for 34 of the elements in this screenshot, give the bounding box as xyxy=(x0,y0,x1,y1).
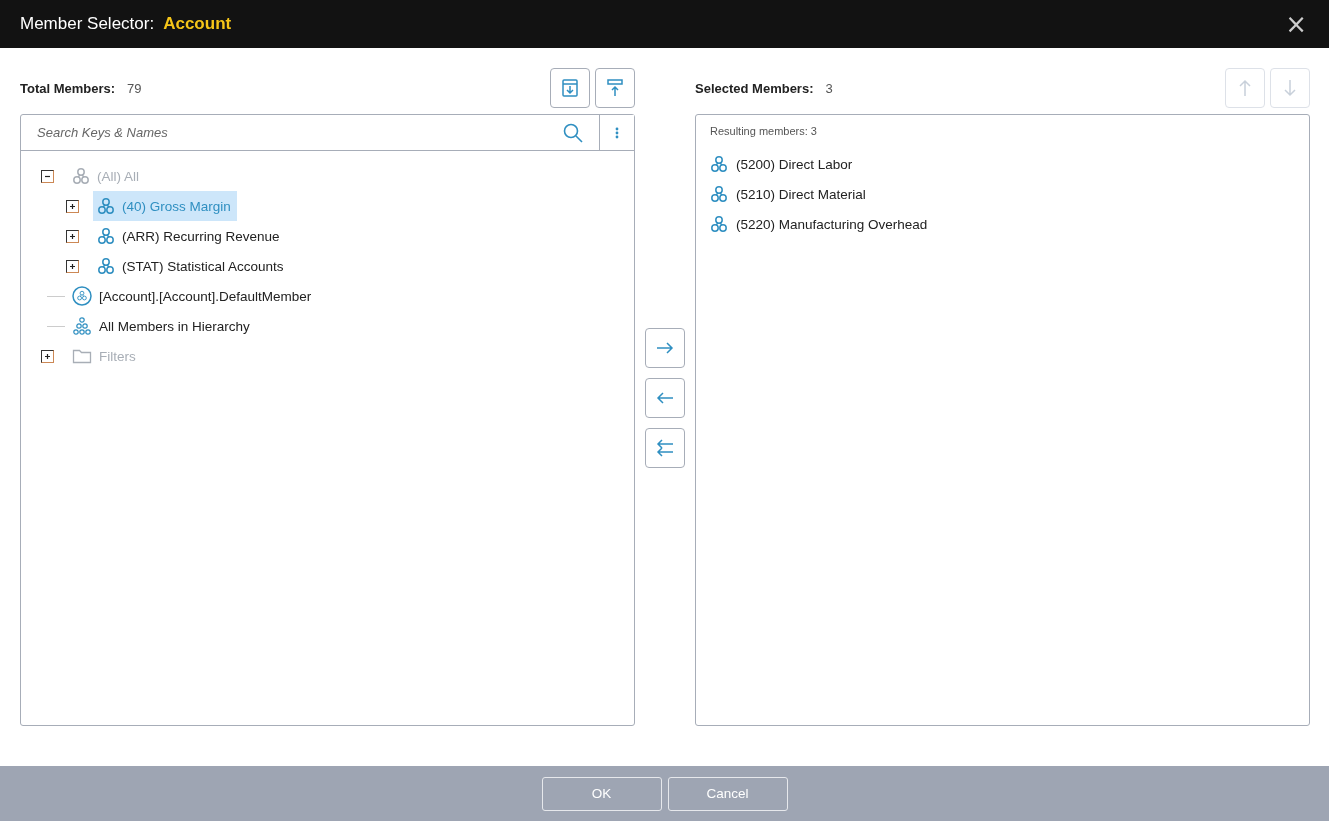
selected-member[interactable]: (5220) Manufacturing Overhead xyxy=(710,209,1295,239)
hierarchy-icon xyxy=(97,227,115,245)
circled-hierarchy-icon xyxy=(72,286,92,306)
panel-label: Total Members: xyxy=(20,80,116,96)
hierarchy-icon xyxy=(710,155,728,173)
hierarchy-icon xyxy=(710,185,728,203)
upload-button[interactable] xyxy=(595,68,635,108)
search-icon xyxy=(563,122,583,143)
selected-member[interactable]: (5200) Direct Labor xyxy=(710,149,1295,179)
tree-item[interactable]: [Account].[Account].DefaultMember xyxy=(68,281,318,311)
hierarchy-icon xyxy=(97,257,115,275)
dimension-name: Account xyxy=(163,14,232,34)
hierarchy-icon xyxy=(72,167,90,185)
more-button[interactable] xyxy=(599,115,634,150)
double-arrow-left-icon xyxy=(655,438,675,458)
result-summary: Resulting members: 3 xyxy=(710,125,818,137)
add-button[interactable] xyxy=(645,328,685,368)
close-button[interactable]: × xyxy=(1281,11,1311,37)
selected-member[interactable]: (5210) Direct Material xyxy=(710,179,1295,209)
remove-button[interactable] xyxy=(645,378,685,418)
remove-all-button[interactable] xyxy=(645,428,685,468)
panel-label: Selected Members: xyxy=(695,80,814,96)
hierarchy-icon xyxy=(710,215,728,233)
more-icon xyxy=(615,126,619,139)
hierarchy-icon xyxy=(97,197,115,215)
download-button[interactable] xyxy=(550,68,590,108)
member-count: 79 xyxy=(127,80,142,96)
window-title: Member Selector: xyxy=(20,14,155,34)
upload-icon xyxy=(605,78,625,98)
tree-item[interactable]: All Members in Hierarchy xyxy=(68,311,256,341)
member-count: 3 xyxy=(825,80,833,96)
download-icon xyxy=(560,78,580,98)
hierarchy-group-icon xyxy=(72,317,92,335)
folder-icon xyxy=(72,348,92,364)
